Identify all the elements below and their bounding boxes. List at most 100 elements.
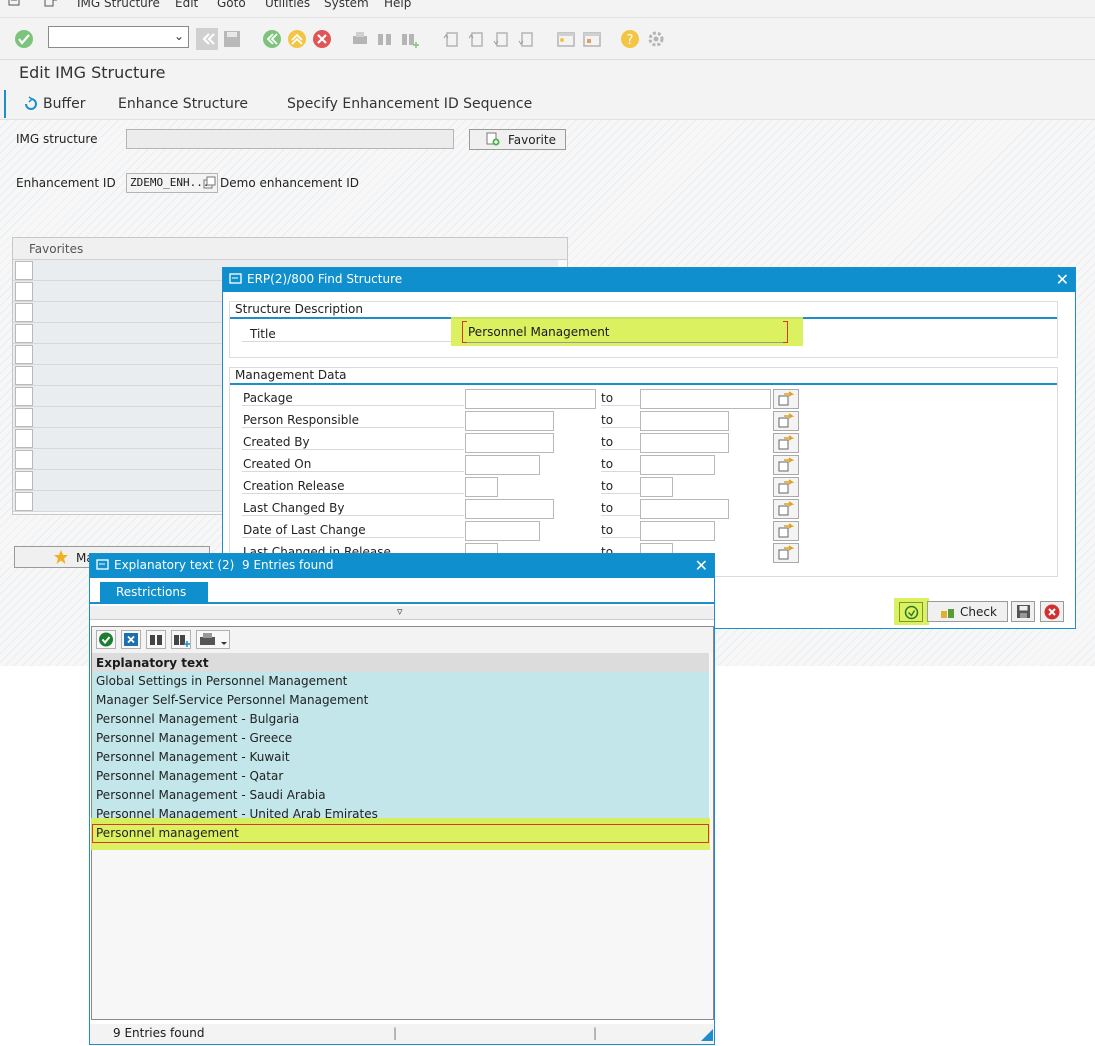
find-structure-titlebar: ERP(2)/800 Find Structure ✕ xyxy=(223,268,1075,292)
new-session-icon[interactable] xyxy=(556,29,576,49)
criteria-high-input[interactable] xyxy=(640,389,771,409)
cancel-selection-icon[interactable] xyxy=(121,630,141,649)
save-icon[interactable] xyxy=(222,29,242,49)
row-selector[interactable] xyxy=(15,450,33,469)
criteria-low-input[interactable] xyxy=(465,499,554,519)
multiple-selection-button[interactable] xyxy=(773,433,799,453)
menu-img-structure[interactable]: IMG Structure xyxy=(77,0,160,10)
execute-button[interactable] xyxy=(899,602,923,622)
row-selector[interactable] xyxy=(15,429,33,448)
help-icon[interactable]: ? xyxy=(620,29,640,49)
layout-menu-icon[interactable] xyxy=(44,0,58,11)
multiple-selection-button[interactable] xyxy=(773,389,799,409)
copy-icon[interactable] xyxy=(203,176,216,193)
criteria-low-input[interactable] xyxy=(465,411,554,431)
menu-help[interactable]: Help xyxy=(384,0,411,10)
buffer-button[interactable]: Buffer xyxy=(43,96,86,112)
criteria-high-input[interactable] xyxy=(640,521,715,541)
command-field[interactable]: ⌄ xyxy=(48,26,189,48)
previous-page-icon[interactable] xyxy=(465,29,485,49)
resize-grip-icon[interactable] xyxy=(701,1029,713,1044)
first-page-icon[interactable] xyxy=(440,29,460,49)
menu-system[interactable]: System xyxy=(324,0,369,10)
list-item[interactable]: Personnel management xyxy=(92,824,709,843)
criteria-label: Created On xyxy=(242,457,464,472)
row-selector[interactable] xyxy=(15,303,33,322)
multiple-selection-button[interactable] xyxy=(773,477,799,497)
criteria-high-input[interactable] xyxy=(640,477,673,497)
back-icon[interactable] xyxy=(262,29,282,49)
criteria-high-input[interactable] xyxy=(640,499,729,519)
criteria-high-input[interactable] xyxy=(640,455,715,475)
menu-edit[interactable]: Edit xyxy=(175,0,198,10)
row-selector[interactable] xyxy=(15,408,33,427)
application-toolbar: Buffer Enhance Structure Specify Enhance… xyxy=(0,90,1095,120)
next-page-icon[interactable] xyxy=(490,29,510,49)
confirm-icon[interactable] xyxy=(96,630,116,649)
restrictions-collapse-bar[interactable]: ▿ xyxy=(90,605,714,620)
save-button[interactable] xyxy=(1011,601,1035,622)
row-selector[interactable] xyxy=(15,282,33,301)
row-selector[interactable] xyxy=(15,324,33,343)
list-item[interactable]: Global Settings in Personnel Management xyxy=(92,672,709,691)
list-item[interactable]: Personnel Management - Qatar xyxy=(92,767,709,786)
enhance-structure-button[interactable]: Enhance Structure xyxy=(118,96,248,112)
exit-icon[interactable] xyxy=(287,29,307,49)
collapse-arrow-icon[interactable]: ▿ xyxy=(397,605,403,618)
print-icon[interactable] xyxy=(196,630,230,649)
find-next-icon[interactable] xyxy=(171,630,191,649)
criteria-low-input[interactable] xyxy=(465,433,554,453)
list-item[interactable]: Personnel Management - Kuwait xyxy=(92,748,709,767)
multiple-selection-button[interactable] xyxy=(773,521,799,541)
multiple-selection-button[interactable] xyxy=(773,543,799,563)
find-icon[interactable] xyxy=(375,29,395,49)
last-page-icon[interactable] xyxy=(515,29,535,49)
favorite-add-icon xyxy=(486,132,500,149)
criteria-high-input[interactable] xyxy=(640,433,729,453)
list-item[interactable]: Personnel Management - Greece xyxy=(92,729,709,748)
list-item[interactable]: Personnel Management - Bulgaria xyxy=(92,710,709,729)
criteria-low-input[interactable] xyxy=(465,521,540,541)
row-selector[interactable] xyxy=(15,387,33,406)
title-input[interactable]: Personnel Management xyxy=(462,321,788,343)
criteria-low-input[interactable] xyxy=(465,455,540,475)
row-selector[interactable] xyxy=(15,261,33,280)
img-structure-field[interactable] xyxy=(126,129,454,149)
find-next-icon[interactable] xyxy=(400,29,420,49)
enhancement-id-label: Enhancement ID xyxy=(16,176,116,190)
window-menu-icon[interactable] xyxy=(8,0,22,11)
criteria-low-input[interactable] xyxy=(465,477,498,497)
menu-goto[interactable]: Goto xyxy=(217,0,246,10)
list-item[interactable]: Manager Self-Service Personnel Managemen… xyxy=(92,691,709,710)
row-selector[interactable] xyxy=(15,492,33,511)
enhancement-id-field[interactable]: ZDEMO_ENH... xyxy=(126,173,218,193)
specify-enhancement-sequence-button[interactable]: Specify Enhancement ID Sequence xyxy=(287,96,532,112)
criteria-label: Last Changed By xyxy=(242,501,464,516)
cancel-button[interactable] xyxy=(1040,601,1064,622)
print-icon[interactable] xyxy=(350,29,370,49)
criteria-high-input[interactable] xyxy=(640,411,729,431)
criteria-low-input[interactable] xyxy=(465,389,596,409)
menu-utilities[interactable]: Utilities xyxy=(265,0,310,10)
chevron-down-icon[interactable]: ⌄ xyxy=(174,29,184,43)
cancel-icon[interactable] xyxy=(312,29,332,49)
enter-icon[interactable] xyxy=(14,29,34,49)
settings-icon[interactable] xyxy=(646,29,666,49)
multiple-selection-button[interactable] xyxy=(773,411,799,431)
favorite-button[interactable]: Favorite xyxy=(469,129,566,150)
find-icon[interactable] xyxy=(146,630,166,649)
check-button[interactable]: Check xyxy=(927,601,1008,622)
criteria-label: Date of Last Change xyxy=(242,523,464,538)
list-item[interactable]: Personnel Management - Saudi Arabia xyxy=(92,786,709,805)
row-selector[interactable] xyxy=(15,366,33,385)
multiple-selection-icon xyxy=(778,391,795,406)
tab-restrictions[interactable]: Restrictions xyxy=(100,582,208,604)
multiple-selection-button[interactable] xyxy=(773,499,799,519)
close-icon[interactable]: ✕ xyxy=(1056,270,1069,289)
shortcut-icon[interactable] xyxy=(582,29,602,49)
multiple-selection-button[interactable] xyxy=(773,455,799,475)
refresh-icon[interactable] xyxy=(22,95,40,116)
row-selector[interactable] xyxy=(15,345,33,364)
close-icon[interactable]: ✕ xyxy=(695,556,708,575)
row-selector[interactable] xyxy=(15,471,33,490)
